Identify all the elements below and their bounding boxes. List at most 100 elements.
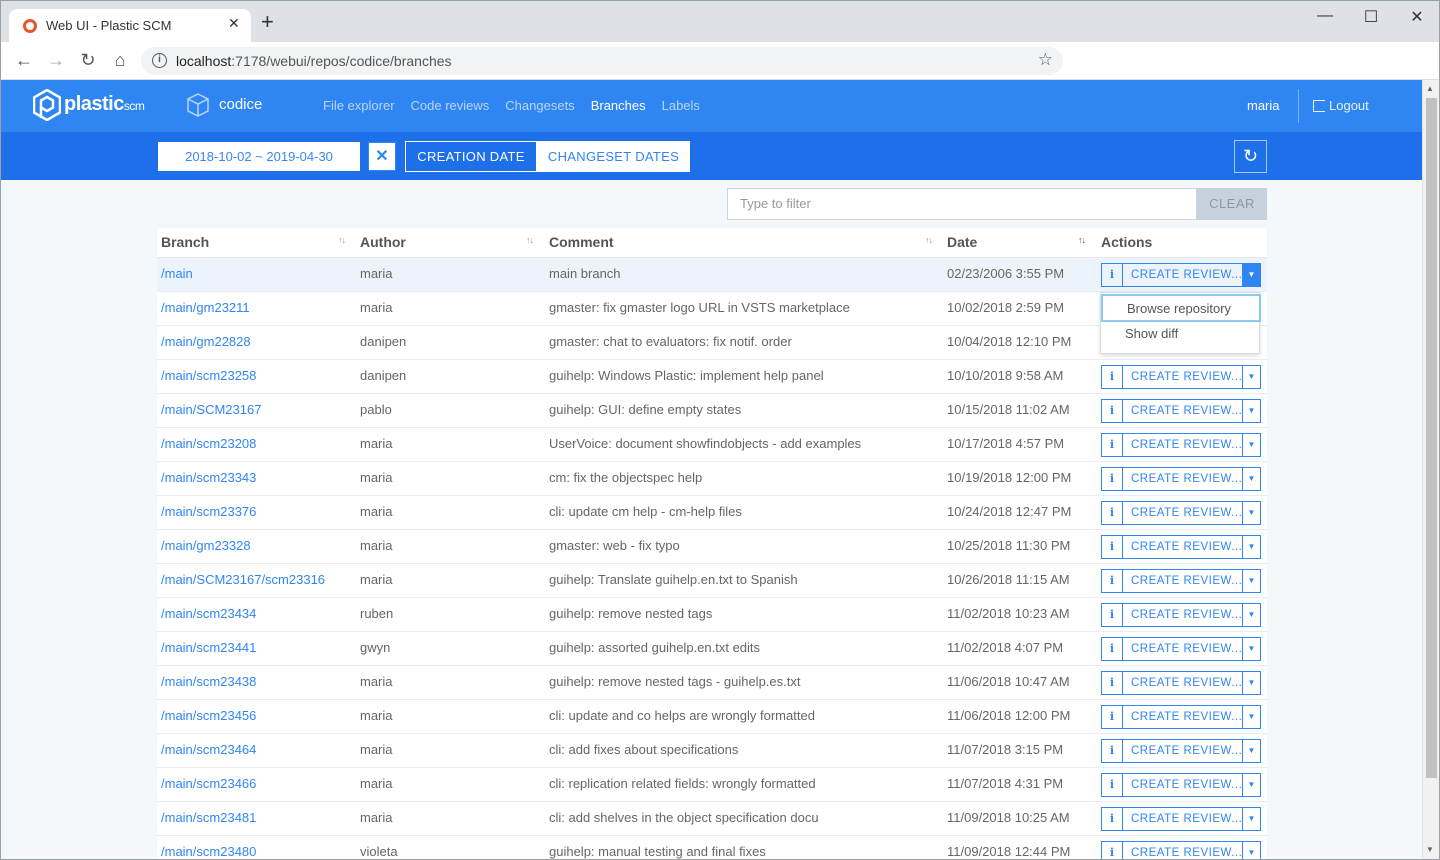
- actions-dropdown-toggle[interactable]: ▼: [1243, 399, 1261, 423]
- create-review-button[interactable]: CREATE REVIEW...: [1123, 705, 1243, 729]
- branch-link[interactable]: /main/scm23208: [161, 436, 256, 451]
- home-icon[interactable]: ⌂: [109, 50, 131, 71]
- table-row[interactable]: /main/scm23258 danipen guihelp: Windows Pl…: [157, 360, 1267, 394]
- actions-dropdown-toggle[interactable]: ▼: [1243, 433, 1261, 457]
- actions-dropdown-toggle[interactable]: ▼: [1243, 603, 1261, 627]
- create-review-button[interactable]: CREATE REVIEW...: [1123, 365, 1243, 389]
- branch-link[interactable]: /main/scm23438: [161, 674, 256, 689]
- branch-link[interactable]: /main/scm23441: [161, 640, 256, 655]
- actions-dropdown-toggle[interactable]: ▼: [1243, 467, 1261, 491]
- browser-tab[interactable]: Web UI - Plastic SCM ✕: [9, 9, 251, 43]
- create-review-button[interactable]: CREATE REVIEW...: [1123, 569, 1243, 593]
- repository-name[interactable]: codice: [219, 96, 262, 113]
- table-row[interactable]: /main/scm23464 maria cli: add fixes about …: [157, 734, 1267, 768]
- branch-link[interactable]: /main/scm23343: [161, 470, 256, 485]
- branch-info-icon[interactable]: i: [1101, 637, 1123, 661]
- branch-link[interactable]: /main/gm23328: [161, 538, 251, 553]
- create-review-button[interactable]: CREATE REVIEW...: [1123, 807, 1243, 831]
- branch-info-icon[interactable]: i: [1101, 433, 1123, 457]
- branch-link[interactable]: /main/scm23464: [161, 742, 256, 757]
- branch-link[interactable]: /main/scm23376: [161, 504, 256, 519]
- create-review-button[interactable]: CREATE REVIEW...: [1123, 263, 1243, 287]
- page-scrollbar[interactable]: ▲ ▼: [1422, 80, 1439, 860]
- branch-info-icon[interactable]: i: [1101, 841, 1123, 860]
- show-diff-menu-item[interactable]: Show diff: [1101, 321, 1261, 349]
- create-review-button[interactable]: CREATE REVIEW...: [1123, 841, 1243, 860]
- table-row[interactable]: /main/scm23456 maria cli: update and co he…: [157, 700, 1267, 734]
- branch-link[interactable]: /main/scm23466: [161, 776, 256, 791]
- maximize-icon[interactable]: ☐: [1351, 7, 1391, 27]
- close-tab-icon[interactable]: ✕: [228, 15, 240, 32]
- create-review-button[interactable]: CREATE REVIEW...: [1123, 535, 1243, 559]
- table-row[interactable]: /main/scm23466 maria cli: replication rela…: [157, 768, 1267, 802]
- table-row[interactable]: /main/scm23376 maria cli: update cm help -…: [157, 496, 1267, 530]
- branch-link[interactable]: /main/gm22828: [161, 334, 251, 349]
- nav-labels[interactable]: Labels: [662, 98, 700, 113]
- filter-input[interactable]: Type to filter: [727, 188, 1197, 220]
- branch-link[interactable]: /main/scm23481: [161, 810, 256, 825]
- create-review-button[interactable]: CREATE REVIEW...: [1123, 501, 1243, 525]
- actions-dropdown-toggle[interactable]: ▼: [1243, 705, 1261, 729]
- logout-button[interactable]: Logout: [1313, 98, 1369, 113]
- table-row[interactable]: /main/scm23438 maria guihelp: remove neste…: [157, 666, 1267, 700]
- actions-dropdown-toggle[interactable]: ▼: [1243, 569, 1261, 593]
- create-review-button[interactable]: CREATE REVIEW...: [1123, 603, 1243, 627]
- sort-date-icon[interactable]: ↑↓: [1078, 235, 1086, 245]
- branch-info-icon[interactable]: i: [1101, 501, 1123, 525]
- create-review-button[interactable]: CREATE REVIEW...: [1123, 467, 1243, 491]
- header-author[interactable]: Author: [360, 234, 406, 250]
- branch-link[interactable]: /main/scm23480: [161, 844, 256, 859]
- plastic-scm-logo[interactable]: plasticscm: [33, 89, 163, 123]
- nav-code-reviews[interactable]: Code reviews: [411, 98, 490, 113]
- header-date[interactable]: Date: [947, 234, 977, 250]
- branch-link[interactable]: /main/gm23211: [161, 300, 250, 315]
- branch-link[interactable]: /main/scm23456: [161, 708, 256, 723]
- actions-dropdown-toggle[interactable]: ▼: [1243, 739, 1261, 763]
- table-row[interactable]: /main/scm23434 ruben guihelp: remove neste…: [157, 598, 1267, 632]
- branch-info-icon[interactable]: i: [1101, 603, 1123, 627]
- table-row[interactable]: /main/SCM23167 pablo guihelp: GUI: define …: [157, 394, 1267, 428]
- sort-comment-icon[interactable]: ↑↓: [925, 235, 933, 245]
- branch-link[interactable]: /main/scm23258: [161, 368, 256, 383]
- close-window-icon[interactable]: ✕: [1397, 7, 1437, 27]
- new-tab-icon[interactable]: +: [261, 11, 274, 33]
- back-icon[interactable]: ←: [13, 50, 35, 71]
- scroll-down-icon[interactable]: ▼: [1426, 845, 1434, 854]
- branch-info-icon[interactable]: i: [1101, 671, 1123, 695]
- branch-info-icon[interactable]: i: [1101, 739, 1123, 763]
- actions-dropdown-toggle[interactable]: ▼: [1243, 671, 1261, 695]
- branch-link[interactable]: /main/scm23434: [161, 606, 256, 621]
- sort-author-icon[interactable]: ↑↓: [526, 235, 534, 245]
- header-branch[interactable]: Branch: [161, 234, 209, 250]
- table-row[interactable]: /main maria main branch 02/23/2006 3:55 PM i…: [157, 258, 1267, 292]
- actions-dropdown-toggle[interactable]: ▼: [1243, 263, 1261, 287]
- create-review-button[interactable]: CREATE REVIEW...: [1123, 399, 1243, 423]
- table-row[interactable]: /main/scm23480 violeta guihelp: manual tes…: [157, 836, 1267, 860]
- scrollbar-thumb[interactable]: [1426, 98, 1437, 778]
- date-range-picker[interactable]: 2018-10-02 ~ 2019-04-30: [158, 142, 360, 171]
- changeset-dates-toggle[interactable]: CHANGESET DATES: [537, 141, 690, 172]
- clear-filter-button[interactable]: CLEAR: [1197, 188, 1267, 220]
- forward-icon[interactable]: →: [45, 50, 67, 71]
- nav-changesets[interactable]: Changesets: [505, 98, 574, 113]
- table-row[interactable]: /main/scm23481 maria cli: add shelves in t…: [157, 802, 1267, 836]
- table-row[interactable]: /main/SCM23167/scm23316 maria guihelp: Tra…: [157, 564, 1267, 598]
- table-row[interactable]: /main/gm23328 maria gmaster: web - fix typ…: [157, 530, 1267, 564]
- create-review-button[interactable]: CREATE REVIEW...: [1123, 637, 1243, 661]
- actions-dropdown-toggle[interactable]: ▼: [1243, 807, 1261, 831]
- browse-repository-menu-item[interactable]: Browse repository: [1101, 294, 1261, 322]
- table-row[interactable]: /main/scm23441 gwyn guihelp: assorted guih…: [157, 632, 1267, 666]
- create-review-button[interactable]: CREATE REVIEW...: [1123, 739, 1243, 763]
- branch-link[interactable]: /main/SCM23167: [161, 402, 261, 417]
- sort-branch-icon[interactable]: ↑↓: [338, 235, 346, 245]
- minimize-icon[interactable]: —: [1305, 7, 1345, 25]
- branch-info-icon[interactable]: i: [1101, 365, 1123, 389]
- nav-file-explorer[interactable]: File explorer: [323, 98, 395, 113]
- scroll-up-icon[interactable]: ▲: [1426, 84, 1434, 93]
- branch-info-icon[interactable]: i: [1101, 467, 1123, 491]
- reload-icon[interactable]: ↻: [77, 50, 99, 71]
- branch-info-icon[interactable]: i: [1101, 569, 1123, 593]
- branch-info-icon[interactable]: i: [1101, 535, 1123, 559]
- branch-info-icon[interactable]: i: [1101, 263, 1123, 287]
- branch-info-icon[interactable]: i: [1101, 807, 1123, 831]
